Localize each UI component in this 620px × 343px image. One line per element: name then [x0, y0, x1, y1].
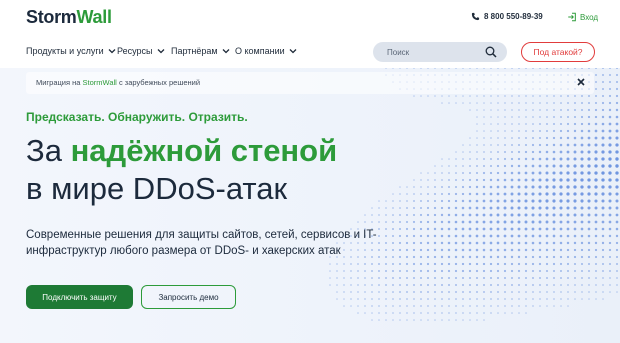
- hero-description: Современные решения для защиты сайтов, с…: [26, 229, 377, 257]
- hero-headline: За надёжной стеной в мире DDoS-атак: [26, 132, 337, 208]
- chevron-down-icon: [157, 49, 164, 54]
- banner-text-suffix: с зарубежных решений: [116, 78, 201, 87]
- banner-text-prefix: Миграция на: [36, 78, 83, 87]
- nav-item-label: Ресурсы: [117, 46, 153, 56]
- connect-protection-button[interactable]: Подключить защиту: [26, 285, 133, 309]
- banner-text[interactable]: Миграция на StormWall с зарубежных решен…: [36, 78, 200, 87]
- headline-accent: надёжной стеной: [70, 133, 338, 168]
- phone-number: 8 800 550-89-39: [484, 12, 543, 21]
- migration-banner[interactable]: Миграция на StormWall с зарубежных решен…: [26, 72, 594, 94]
- nav-item-partners[interactable]: Партнёрам: [171, 46, 230, 56]
- logo-wall-text: Wall: [76, 7, 112, 27]
- search-icon[interactable]: [485, 46, 497, 58]
- chevron-down-icon: [289, 49, 297, 54]
- under-attack-button[interactable]: Под атакой?: [521, 42, 595, 62]
- nav-item-about[interactable]: О компании: [235, 46, 297, 56]
- top-bar: StormWall 8 800 550-89-39 Вход: [0, 0, 620, 38]
- login-icon: [568, 12, 576, 22]
- headline-line2: в мире DDoS-атак: [26, 171, 288, 206]
- search-box: [373, 42, 507, 62]
- headline-line1-prefix: За: [26, 133, 71, 168]
- search-input[interactable]: [387, 47, 477, 57]
- nav-item-label: Продукты и услуги: [26, 46, 104, 56]
- login-link[interactable]: Вход: [567, 12, 598, 22]
- nav-item-label: О компании: [235, 46, 285, 56]
- nav-item-label: Партнёрам: [171, 46, 218, 56]
- banner-text-highlight: StormWall: [82, 78, 117, 87]
- stormwall-logo[interactable]: StormWall: [26, 7, 112, 28]
- chevron-down-icon: [108, 49, 116, 54]
- close-icon[interactable]: [576, 77, 586, 87]
- login-label: Вход: [580, 12, 599, 22]
- phone-link[interactable]: 8 800 550-89-39: [471, 12, 543, 21]
- nav-item-resources[interactable]: Ресурсы: [117, 46, 165, 56]
- request-demo-button[interactable]: Запросить демо: [141, 285, 236, 309]
- chevron-down-icon: [222, 49, 230, 54]
- logo-storm-text: Storm: [26, 7, 77, 27]
- phone-icon: [471, 12, 480, 21]
- nav-item-products[interactable]: Продукты и услуги: [26, 46, 116, 56]
- hero-tagline: Предсказать. Обнаружить. Отразить.: [26, 110, 248, 124]
